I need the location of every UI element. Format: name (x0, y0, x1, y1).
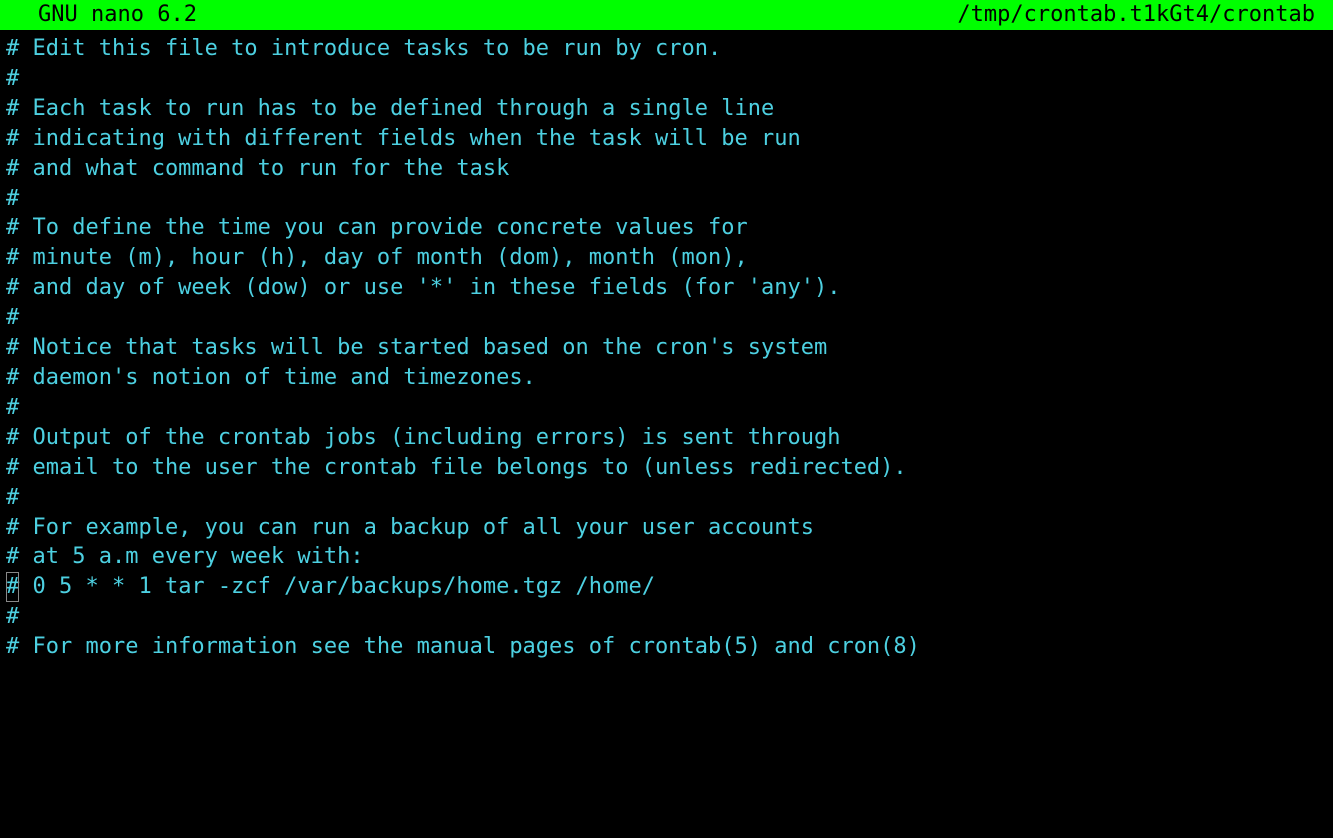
editor-line: # indicating with different fields when … (6, 124, 1327, 154)
editor-line: # (6, 303, 1327, 333)
editor-line: # (6, 64, 1327, 94)
editor-line: # For example, you can run a backup of a… (6, 513, 1327, 543)
editor-line: # Edit this file to introduce tasks to b… (6, 34, 1327, 64)
editor-titlebar: GNU nano 6.2 /tmp/crontab.t1kGt4/crontab (0, 0, 1333, 30)
titlebar-filepath: /tmp/crontab.t1kGt4/crontab (957, 0, 1325, 30)
editor-line: # (6, 184, 1327, 214)
titlebar-app: GNU nano 6.2 (8, 0, 197, 30)
editor-content[interactable]: # Edit this file to introduce tasks to b… (0, 30, 1333, 662)
editor-line: # (6, 483, 1327, 513)
text-cursor: # (6, 572, 19, 602)
editor-line: # 0 5 * * 1 tar -zcf /var/backups/home.t… (6, 572, 1327, 602)
editor-line: # (6, 602, 1327, 632)
editor-line: # and what command to run for the task (6, 154, 1327, 184)
app-name: GNU nano (38, 2, 144, 27)
editor-line: # at 5 a.m every week with: (6, 542, 1327, 572)
editor-line: # Notice that tasks will be started base… (6, 333, 1327, 363)
app-version: 6.2 (157, 2, 197, 27)
editor-line: # Output of the crontab jobs (including … (6, 423, 1327, 453)
editor-line: # and day of week (dow) or use '*' in th… (6, 273, 1327, 303)
editor-line: # To define the time you can provide con… (6, 213, 1327, 243)
editor-line: # (6, 393, 1327, 423)
editor-line: # minute (m), hour (h), day of month (do… (6, 243, 1327, 273)
editor-line: # Each task to run has to be defined thr… (6, 94, 1327, 124)
editor-line: # For more information see the manual pa… (6, 632, 1327, 662)
editor-line: # daemon's notion of time and timezones. (6, 363, 1327, 393)
editor-line: # email to the user the crontab file bel… (6, 453, 1327, 483)
